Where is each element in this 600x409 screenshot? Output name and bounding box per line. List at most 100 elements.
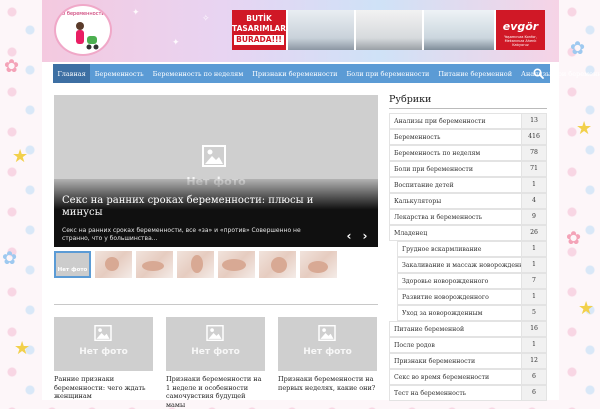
sparkle-icon: ✧ — [202, 14, 210, 24]
chevron-right-icon[interactable]: › — [360, 230, 370, 242]
category-item[interactable]: Беременность 416 — [389, 129, 547, 145]
flower-sticker: ✿ — [566, 228, 582, 249]
flower-sticker: ✿ — [2, 248, 18, 269]
photo-shape — [142, 261, 164, 271]
category-item[interactable]: Питание беременной 16 — [389, 321, 547, 337]
page: ✦ ✦ ✧ О беременности BUTİK TASARIMLAR BU… — [42, 0, 600, 409]
search-icon[interactable] — [533, 68, 544, 79]
photo-shape — [271, 257, 287, 273]
main-nav: Главная Беременность Беременность по нед… — [53, 64, 600, 83]
nav-item-nutrition[interactable]: Питание беременной — [434, 64, 517, 83]
ad-promo-line: TASARIMLAR — [232, 24, 286, 33]
category-subitem[interactable]: Уход за новорожденным 5 — [397, 305, 547, 321]
photo-shape — [308, 261, 328, 273]
post-card-image[interactable]: Нет фото — [278, 317, 377, 371]
category-item[interactable]: Воспитание детей 1 — [389, 177, 547, 193]
site-logo[interactable]: О беременности — [54, 4, 112, 56]
category-label: Беременность — [394, 134, 441, 141]
category-label: Беременность по неделям — [394, 150, 481, 157]
category-item[interactable]: Калькуляторы 4 — [389, 193, 547, 209]
post-card-title[interactable]: Признаки беременности на 1 неделе и особ… — [166, 375, 265, 409]
ad-room-photo — [288, 10, 354, 50]
category-count: 416 — [521, 130, 546, 144]
nav-item-pain[interactable]: Боли при беременности — [342, 64, 434, 83]
category-subitem[interactable]: Закаливание и массаж новорожденного 1 — [397, 257, 547, 273]
ad-brand-name: evgör — [502, 20, 539, 33]
category-count: 13 — [521, 114, 546, 128]
category-item[interactable]: Младенец 26 — [389, 225, 547, 241]
category-count: 26 — [521, 226, 546, 240]
nav-item-pregnancy[interactable]: Беременность — [90, 64, 148, 83]
ad-promo-tag: BURADA!!! — [234, 35, 284, 45]
no-photo-label: Нет фото — [57, 267, 88, 273]
star-sticker: ★ — [576, 118, 593, 139]
nav-item-signs[interactable]: Признаки беременности — [248, 64, 342, 83]
image-placeholder-icon — [94, 325, 112, 341]
category-label: Секс во время беременности — [394, 374, 490, 381]
image-placeholder-icon — [318, 325, 336, 341]
category-count: 12 — [521, 354, 546, 368]
ad-room-photo — [356, 10, 422, 50]
image-placeholder-icon — [202, 145, 226, 167]
category-item[interactable]: Признаки беременности 12 — [389, 353, 547, 369]
slider-thumbnail[interactable] — [300, 251, 337, 278]
post-card-title[interactable]: Признаки беременности на первых неделях,… — [278, 375, 377, 392]
category-count: 5 — [521, 306, 546, 320]
mother-stroller-icon — [76, 22, 99, 50]
category-label: Грудное вскармливание — [402, 246, 482, 253]
category-count: 1 — [521, 290, 546, 304]
slider-thumbnail[interactable] — [218, 251, 255, 278]
category-subitem[interactable]: Грудное вскармливание 1 — [397, 241, 547, 257]
widget-title-rule — [389, 108, 547, 109]
slider-thumbnail[interactable]: Нет фото — [54, 251, 91, 278]
category-item[interactable]: Лекарства и беременность 9 — [389, 209, 547, 225]
nav-item-home[interactable]: Главная — [53, 64, 91, 83]
category-count: 1 — [521, 258, 546, 272]
category-subitem[interactable]: Развитие новорожденного 1 — [397, 289, 547, 305]
nav-item-tests[interactable]: Анализы при беременности — [517, 64, 600, 83]
featured-slider[interactable]: Нет фото Секс на ранних сроках беременно… — [54, 95, 378, 247]
category-count: 78 — [521, 146, 546, 160]
category-label: После родов — [394, 342, 435, 349]
category-item[interactable]: После родов 1 — [389, 337, 547, 353]
image-placeholder-icon — [206, 325, 224, 341]
post-card-image[interactable]: Нет фото — [54, 317, 153, 371]
slide-title[interactable]: Секс на ранних сроках беременности: плюс… — [62, 195, 322, 219]
sparkle-icon: ✦ — [172, 38, 180, 48]
no-photo-label: Нет фото — [303, 347, 352, 357]
slider-thumbnail[interactable] — [95, 251, 132, 278]
ad-brand: evgör Yaşamınıza Konfor, Mekanınıza Ahen… — [496, 10, 545, 50]
slider-thumbnail[interactable] — [177, 251, 214, 278]
category-label: Здоровье новорожденного — [402, 278, 489, 285]
category-count: 1 — [521, 338, 546, 352]
chevron-left-icon[interactable]: ‹ — [344, 230, 354, 242]
category-label: Воспитание детей — [394, 182, 454, 189]
category-label: Питание беременной — [394, 326, 465, 333]
ad-banner[interactable]: BUTİK TASARIMLAR BURADA!!! evgör Yaşamın… — [232, 10, 545, 50]
category-subitem[interactable]: Здоровье новорожденного 7 — [397, 273, 547, 289]
category-label: Уход за новорожденным — [402, 310, 483, 317]
post-card-title[interactable]: Ранние признаки беременности: чего ждать… — [54, 375, 153, 401]
category-count: 1 — [521, 242, 546, 256]
slide-excerpt: Секс на ранних сроках беременности, все … — [62, 227, 301, 242]
category-count: 1 — [521, 178, 546, 192]
flower-sticker: ✿ — [4, 56, 20, 77]
ad-room-photo — [424, 10, 494, 50]
no-photo-label: Нет фото — [191, 347, 240, 357]
section-divider — [54, 304, 378, 305]
category-label: Тест на беременность — [394, 390, 467, 397]
category-count: 6 — [521, 370, 546, 384]
category-item[interactable]: Секс во время беременности 6 — [389, 369, 547, 385]
category-count: 6 — [521, 386, 546, 400]
category-item[interactable]: Беременность по неделям 78 — [389, 145, 547, 161]
nav-item-weeks[interactable]: Беременность по неделям — [148, 64, 248, 83]
category-label: Калькуляторы — [394, 198, 442, 205]
post-card-image[interactable]: Нет фото — [166, 317, 265, 371]
category-item[interactable]: Боли при беременности 71 — [389, 161, 547, 177]
slider-thumbnail[interactable] — [136, 251, 173, 278]
slider-thumbnail[interactable] — [259, 251, 296, 278]
category-item[interactable]: Тест на беременность 6 — [389, 385, 547, 401]
category-count: 7 — [521, 274, 546, 288]
category-label: Признаки беременности — [394, 358, 476, 365]
category-item[interactable]: Анализы при беременности 13 — [389, 113, 547, 129]
